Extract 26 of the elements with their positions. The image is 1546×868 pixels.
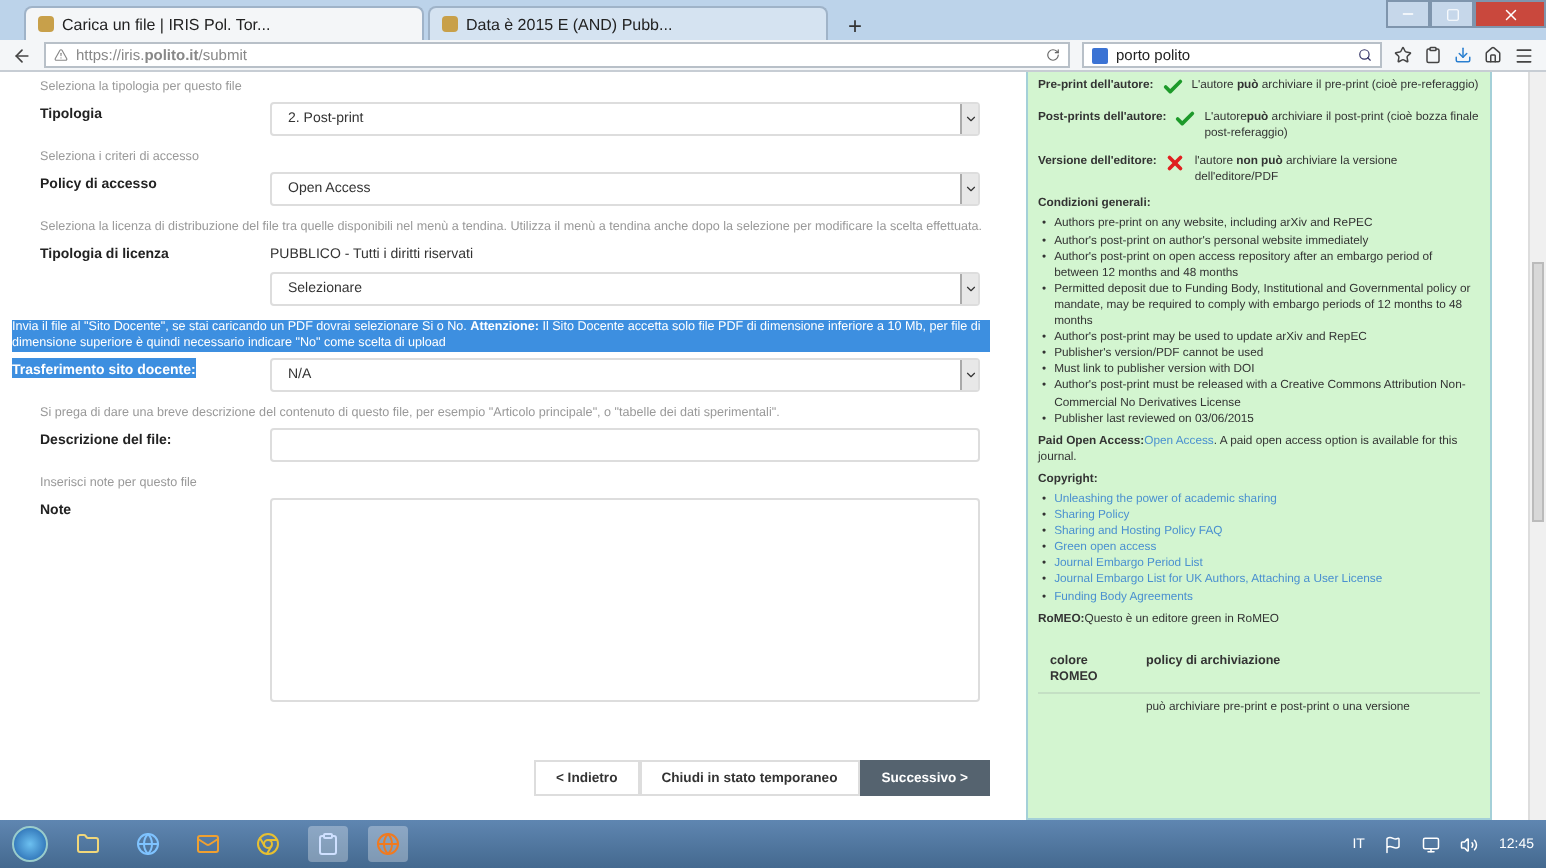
scrollbar[interactable] [1528, 72, 1546, 820]
favicon-icon [38, 16, 54, 32]
favicon-icon [442, 16, 458, 32]
download-icon[interactable] [1454, 46, 1472, 64]
network-icon[interactable] [1422, 835, 1441, 853]
input-field[interactable] [270, 428, 980, 462]
search-icon[interactable] [1358, 48, 1372, 62]
start-button[interactable] [12, 826, 48, 862]
textarea-field[interactable] [270, 498, 980, 702]
flag-icon[interactable] [1384, 835, 1403, 853]
home-icon[interactable] [1484, 46, 1502, 64]
maximize-icon[interactable] [1430, 0, 1474, 28]
browser-tab[interactable]: Data è 2015 E (AND) Pubb... [428, 6, 828, 40]
minimize-icon[interactable] [1386, 0, 1430, 28]
clipboard-icon[interactable] [1424, 46, 1442, 64]
search-engine-icon [1092, 47, 1108, 63]
close-icon[interactable] [1474, 0, 1546, 28]
volume-icon[interactable] [1460, 835, 1479, 853]
new-tab-button[interactable]: + [832, 12, 879, 40]
star-icon[interactable] [1394, 46, 1412, 64]
scrollbar-thumb[interactable] [1532, 262, 1544, 522]
reload-icon[interactable] [1046, 48, 1060, 62]
warning-icon [54, 48, 68, 62]
back-icon[interactable] [12, 45, 32, 65]
menu-icon[interactable] [1514, 45, 1534, 65]
browser-tab[interactable]: Carica un file | IRIS Pol. Tor... [24, 6, 424, 40]
